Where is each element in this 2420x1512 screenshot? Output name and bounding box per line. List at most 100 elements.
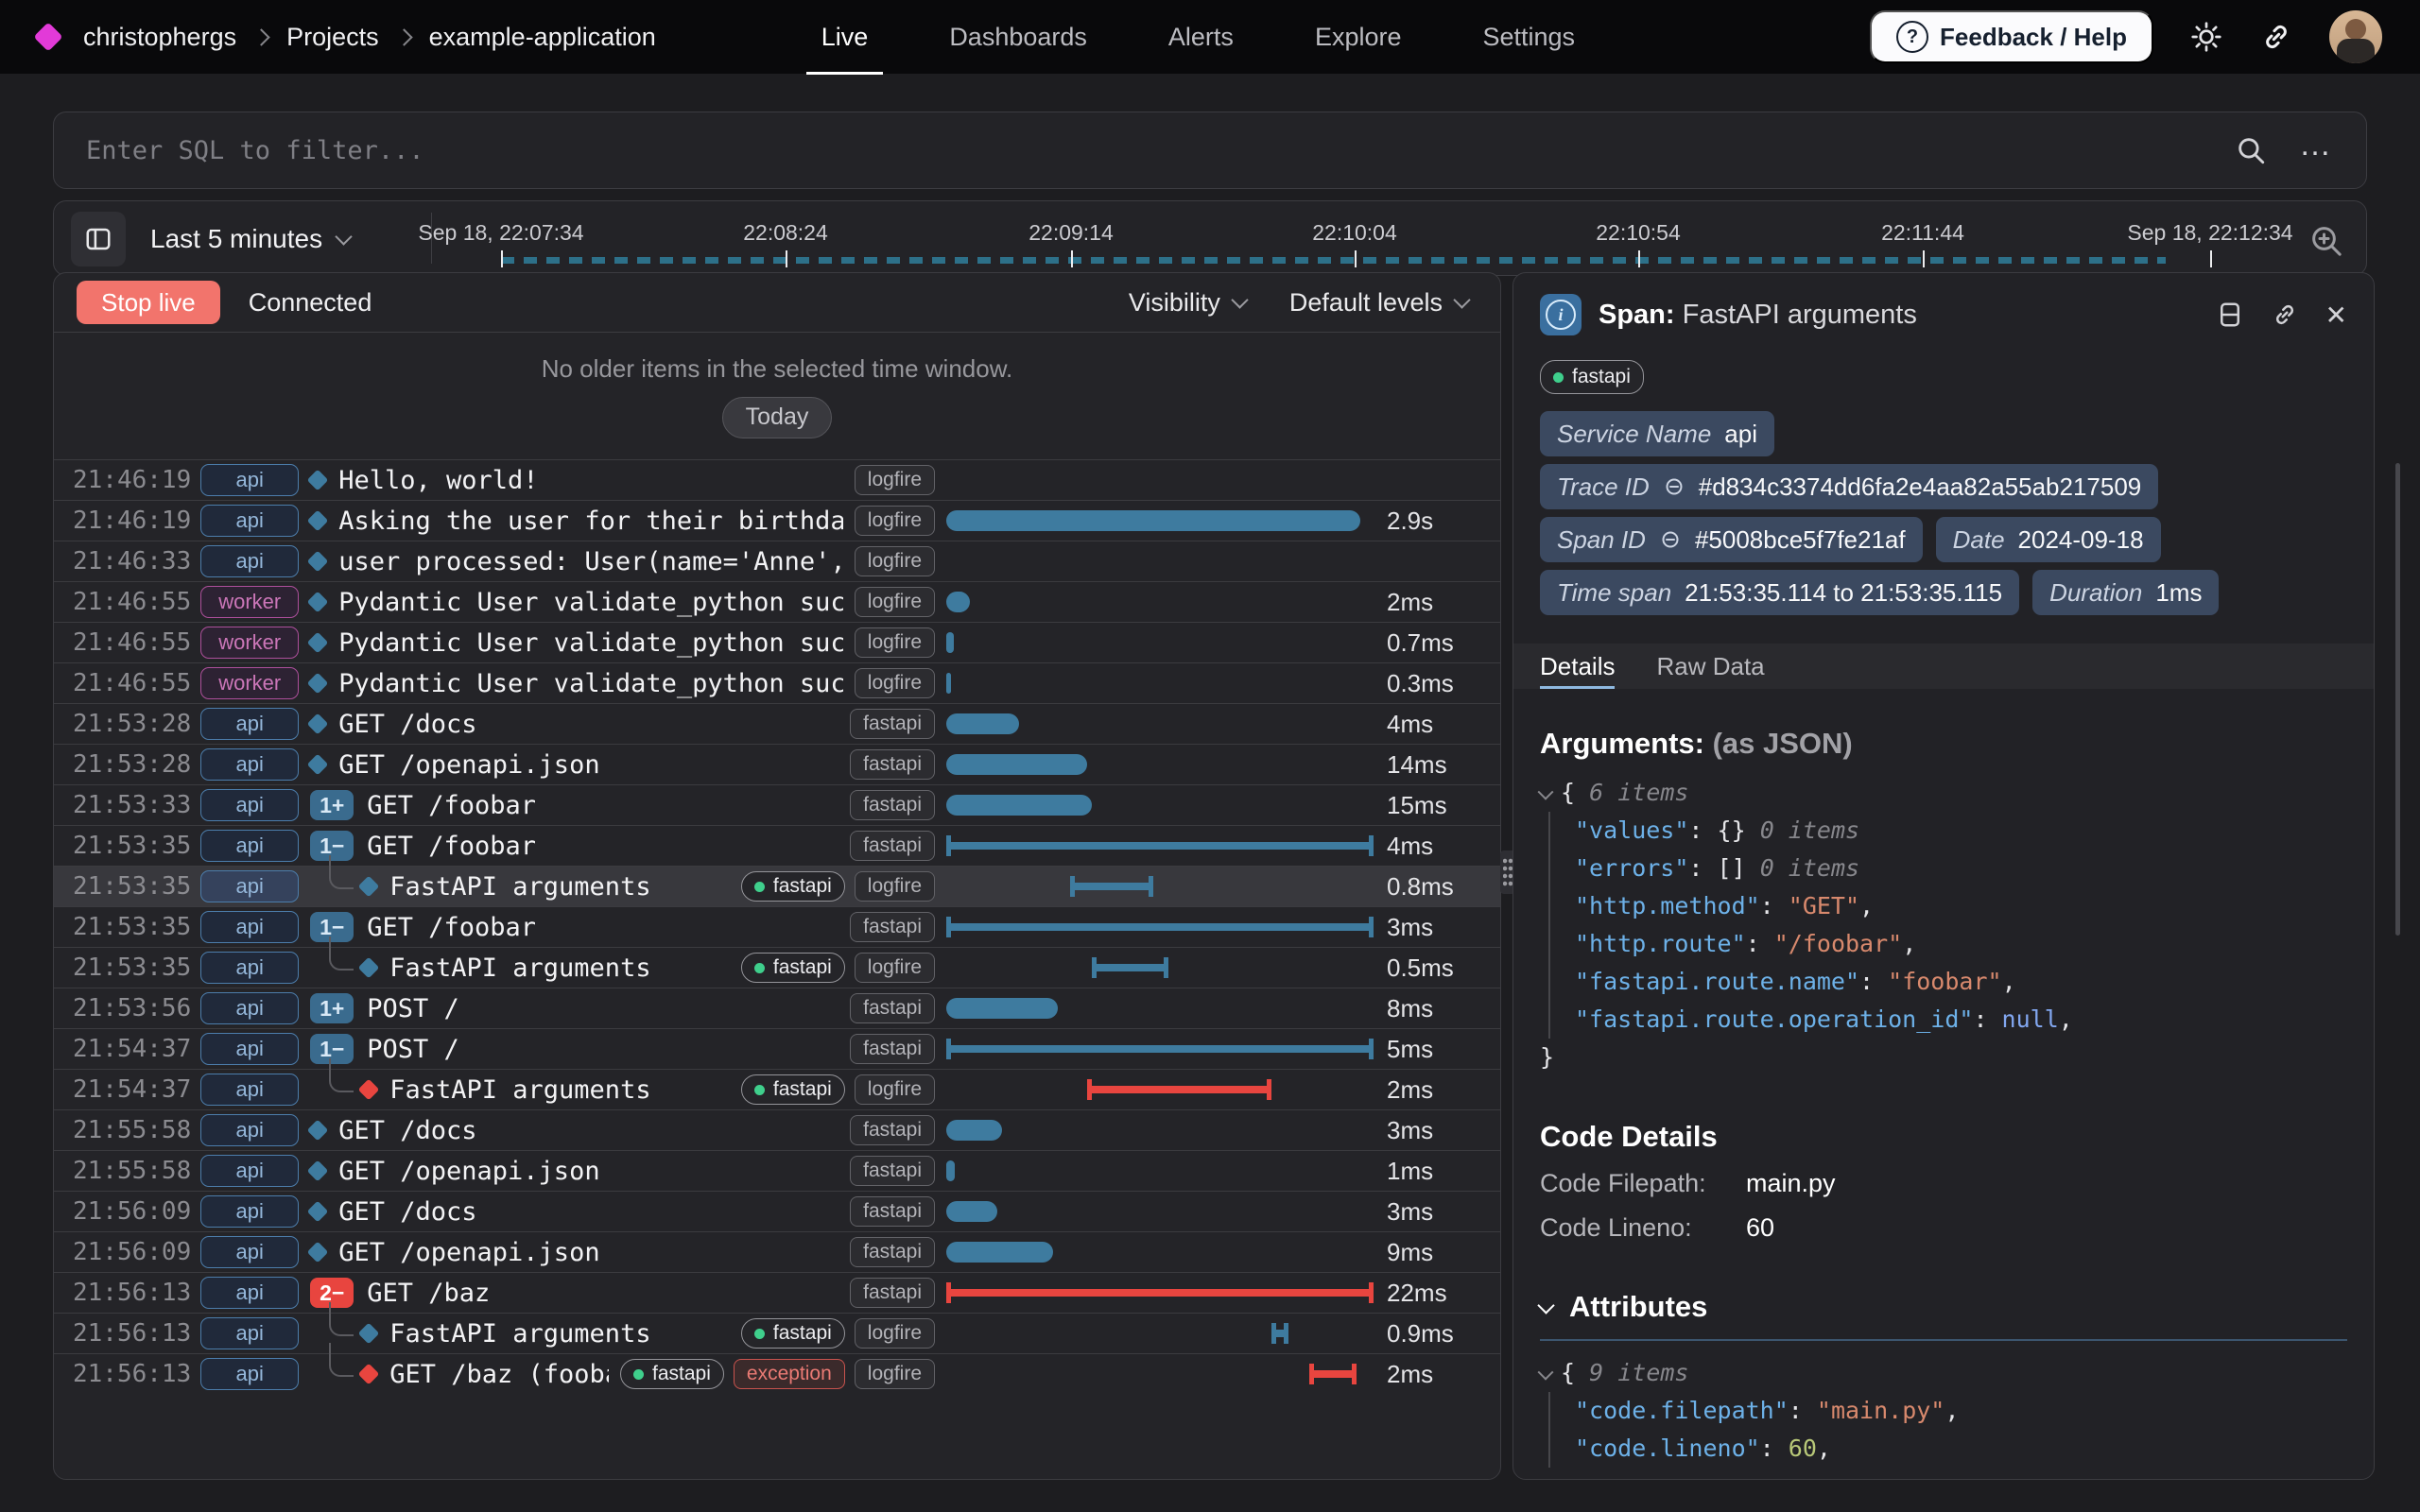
tab-settings[interactable]: Settings [1482, 23, 1575, 52]
service-tag[interactable]: api [200, 505, 299, 537]
tag-pill-logfire[interactable]: logfire [855, 953, 935, 983]
service-tag[interactable]: api [200, 870, 299, 902]
tag-pill-fastapi[interactable]: fastapi [850, 749, 935, 780]
log-row[interactable]: 21:54:37api1−POST /fastapi5ms [54, 1028, 1500, 1069]
service-tag[interactable]: api [200, 464, 299, 496]
log-row[interactable]: 21:56:09apiGET /docsfastapi3ms [54, 1191, 1500, 1231]
log-row[interactable]: 21:46:55workerPydantic User validate_pyt… [54, 662, 1500, 703]
service-tag[interactable]: api [200, 911, 299, 943]
children-count-badge[interactable]: 1+ [310, 993, 354, 1023]
log-row[interactable]: 21:53:35api1−GET /foobarfastapi3ms [54, 906, 1500, 947]
service-tag[interactable]: api [200, 1033, 299, 1065]
tag-pill-fastapi[interactable]: fastapi [741, 953, 845, 983]
tag-pill-logfire[interactable]: logfire [855, 465, 935, 495]
log-row[interactable]: 21:53:35api1−GET /foobarfastapi4ms [54, 825, 1500, 866]
tag-pill-fastapi[interactable]: fastapi [850, 993, 935, 1023]
service-tag[interactable]: worker [200, 586, 299, 618]
tag-pill-exception[interactable]: exception [734, 1359, 845, 1389]
search-icon[interactable] [2235, 134, 2267, 166]
tag-pill-fastapi[interactable]: fastapi [741, 871, 845, 902]
service-tag[interactable]: api [200, 1358, 299, 1390]
log-row[interactable]: 21:55:58apiGET /docsfastapi3ms [54, 1109, 1500, 1150]
log-row[interactable]: 21:46:55workerPydantic User validate_pyt… [54, 622, 1500, 662]
tag-pill-fastapi[interactable]: fastapi [850, 1034, 935, 1064]
log-row[interactable]: 21:53:28apiGET /docsfastapi4ms [54, 703, 1500, 744]
tag-pill-fastapi[interactable]: fastapi [850, 912, 935, 942]
theme-toggle-icon[interactable] [2189, 20, 2223, 54]
log-row[interactable]: 21:46:55workerPydantic User validate_pyt… [54, 581, 1500, 622]
tab-live[interactable]: Live [821, 23, 869, 52]
fastapi-tag-pill[interactable]: fastapi [1540, 360, 1644, 394]
log-row[interactable]: 21:53:35apiFastAPI argumentsfastapilogfi… [54, 866, 1500, 906]
service-tag[interactable]: api [200, 952, 299, 984]
feedback-help-button[interactable]: ? Feedback / Help [1870, 10, 2153, 63]
service-tag[interactable]: api [200, 748, 299, 781]
log-row[interactable]: 21:55:58apiGET /openapi.jsonfastapi1ms [54, 1150, 1500, 1191]
tag-pill-fastapi[interactable]: fastapi [850, 1237, 935, 1267]
tab-raw-data[interactable]: Raw Data [1656, 644, 1764, 689]
log-row[interactable]: 21:56:13api2−GET /bazfastapi22ms [54, 1272, 1500, 1313]
tag-pill-logfire[interactable]: logfire [855, 546, 935, 576]
share-link-icon[interactable] [2259, 20, 2293, 54]
log-row[interactable]: 21:53:28apiGET /openapi.jsonfastapi14ms [54, 744, 1500, 784]
timeline[interactable]: Sep 18, 22:07:3422:08:2422:09:1422:10:04… [54, 201, 2366, 275]
tab-explore[interactable]: Explore [1315, 23, 1402, 52]
stop-live-button[interactable]: Stop live [77, 281, 220, 324]
visibility-dropdown[interactable]: Visibility [1129, 288, 1246, 318]
service-tag[interactable]: api [200, 708, 299, 740]
tag-pill-logfire[interactable]: logfire [855, 668, 935, 698]
collapse-toggle-icon[interactable] [1538, 1365, 1554, 1381]
log-row[interactable]: 21:54:37apiFastAPI argumentsfastapilogfi… [54, 1069, 1500, 1109]
user-avatar[interactable] [2329, 10, 2382, 63]
service-tag[interactable]: api [200, 1317, 299, 1349]
log-row[interactable]: 21:53:56api1+POST /fastapi8ms [54, 988, 1500, 1028]
log-row[interactable]: 21:46:33apiuser processed: User(name='An… [54, 541, 1500, 581]
dock-panel-icon[interactable] [2216, 301, 2244, 329]
close-icon[interactable]: ✕ [2325, 300, 2347, 331]
service-tag[interactable]: api [200, 1277, 299, 1309]
attributes-json[interactable]: { 9 items"code.filepath": "main.py","cod… [1540, 1354, 2347, 1468]
tag-pill-fastapi[interactable]: fastapi [850, 1115, 935, 1145]
service-tag[interactable]: api [200, 992, 299, 1024]
log-row[interactable]: 21:53:35apiFastAPI argumentsfastapilogfi… [54, 947, 1500, 988]
scrollbar-thumb[interactable] [2395, 463, 2400, 936]
attributes-header[interactable]: Attributes [1540, 1290, 2347, 1324]
service-tag[interactable]: worker [200, 627, 299, 659]
service-tag[interactable]: api [200, 545, 299, 577]
tag-pill-logfire[interactable]: logfire [855, 506, 935, 536]
service-tag[interactable]: api [200, 1074, 299, 1106]
collapse-toggle-icon[interactable] [1538, 784, 1554, 800]
tag-pill-fastapi[interactable]: fastapi [850, 1278, 935, 1308]
breadcrumb-project[interactable]: example-application [429, 23, 656, 52]
arguments-json[interactable]: { 6 items"values": {} 0 items"errors": [… [1540, 774, 2347, 1076]
log-row[interactable]: 21:53:33api1+GET /foobarfastapi15ms [54, 784, 1500, 825]
tag-pill-logfire[interactable]: logfire [855, 1318, 935, 1349]
tag-pill-fastapi[interactable]: fastapi [850, 1196, 935, 1227]
log-row[interactable]: 21:56:13apiGET /baz (foobar)fastapiexcep… [54, 1353, 1500, 1394]
copy-link-icon[interactable] [2271, 301, 2299, 329]
default-levels-dropdown[interactable]: Default levels [1289, 288, 1468, 318]
tag-pill-fastapi[interactable]: fastapi [850, 790, 935, 820]
log-row[interactable]: 21:56:13apiFastAPI argumentsfastapilogfi… [54, 1313, 1500, 1353]
tab-details[interactable]: Details [1540, 644, 1615, 689]
service-tag[interactable]: api [200, 1155, 299, 1187]
tag-pill-logfire[interactable]: logfire [855, 627, 935, 658]
tab-dashboards[interactable]: Dashboards [949, 23, 1087, 52]
tag-pill-fastapi[interactable]: fastapi [850, 709, 935, 739]
link-icon[interactable] [1659, 528, 1682, 551]
tag-pill-fastapi[interactable]: fastapi [850, 1156, 935, 1186]
tag-pill-fastapi[interactable]: fastapi [620, 1359, 724, 1389]
breadcrumb-projects[interactable]: Projects [286, 23, 379, 52]
logo-diamond-icon[interactable] [33, 22, 62, 51]
service-tag[interactable]: api [200, 1195, 299, 1228]
today-button[interactable]: Today [722, 397, 833, 438]
breadcrumb-org[interactable]: christophergs [83, 23, 236, 52]
children-count-badge[interactable]: 1+ [310, 790, 354, 820]
tag-pill-logfire[interactable]: logfire [855, 1074, 935, 1105]
log-row[interactable]: 21:56:09apiGET /openapi.jsonfastapi9ms [54, 1231, 1500, 1272]
tag-pill-fastapi[interactable]: fastapi [741, 1074, 845, 1105]
sql-filter-input[interactable]: Enter SQL to filter... [86, 136, 2235, 165]
log-row[interactable]: 21:46:19apiAsking the user for their bir… [54, 500, 1500, 541]
tag-pill-fastapi[interactable]: fastapi [850, 831, 935, 861]
service-tag[interactable]: api [200, 1114, 299, 1146]
